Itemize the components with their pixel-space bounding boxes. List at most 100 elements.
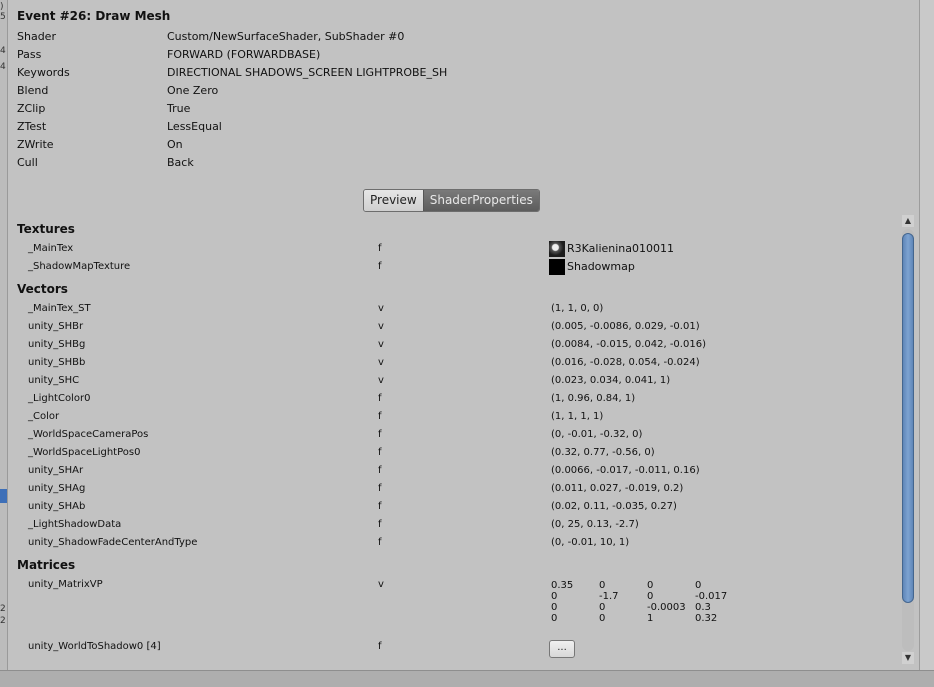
- event-title: Event #26: Draw Mesh: [17, 9, 171, 23]
- matrix-cell: 0: [551, 591, 558, 602]
- property-type: f: [378, 411, 382, 422]
- matrix-cell: 0: [551, 602, 558, 613]
- property-name: unity_SHBr: [28, 321, 84, 332]
- vector-row: _LightColor0 f (1, 0.96, 0.84, 1): [8, 390, 901, 408]
- property-name: _WorldSpaceLightPos0: [28, 447, 141, 458]
- matrix-cell: -1.7: [599, 591, 619, 602]
- event-property-key: ZClip: [17, 102, 46, 115]
- matrix-cell: 0: [599, 602, 606, 613]
- matrix-row: unity_WorldToShadow0 [4] f: [8, 638, 901, 656]
- chevron-up-icon[interactable]: ▲: [902, 215, 914, 227]
- property-value: (0.0084, -0.015, 0.042, -0.016): [551, 339, 706, 350]
- vertical-scrollbar[interactable]: ▲ ▼: [901, 215, 915, 665]
- property-name: _Color: [28, 411, 60, 422]
- event-property-key: Blend: [17, 84, 49, 97]
- selected-event-marker[interactable]: [0, 489, 7, 503]
- property-name: _LightColor0: [28, 393, 91, 404]
- matrices-heading: Matrices: [17, 558, 76, 572]
- black-texture-thumbnail-icon[interactable]: [549, 259, 565, 275]
- property-value: (1, 1, 0, 0): [551, 303, 604, 314]
- vector-row: _MainTex_ST v (1, 1, 0, 0): [8, 300, 901, 318]
- event-details-panel: Event #26: Draw Mesh Shader Custom/NewSur…: [8, 0, 919, 670]
- property-type: f: [378, 537, 382, 548]
- property-name: _LightShadowData: [28, 519, 122, 530]
- property-value: (1, 0.96, 0.84, 1): [551, 393, 636, 404]
- event-property-value: LessEqual: [167, 120, 222, 133]
- matrix-cell: 0: [599, 580, 606, 591]
- vector-row: _Color f (1, 1, 1, 1): [8, 408, 901, 426]
- tab-preview[interactable]: Preview: [364, 190, 423, 211]
- matrix-values: 0.35 0 0 0 0 -1.7 0 -0.017 0 0 -0.0003 0.3 0 0 1 0.3…: [551, 580, 743, 624]
- view-tabs: Preview ShaderProperties: [363, 189, 540, 212]
- event-property-key: ZTest: [17, 120, 47, 133]
- property-value: (0, -0.01, 10, 1): [551, 537, 630, 548]
- property-value: (0.02, 0.11, -0.035, 0.27): [551, 501, 677, 512]
- vector-row: unity_ShadowFadeCenterAndType f (0, -0.01,…: [8, 534, 901, 552]
- matrix-cell: 0: [599, 613, 606, 624]
- property-value: (0, 25, 0.13, -2.7): [551, 519, 639, 530]
- property-type: f: [378, 501, 382, 512]
- texture-name-link[interactable]: Shadowmap: [567, 258, 635, 276]
- right-panel-edge: [919, 0, 934, 670]
- property-type: f: [378, 641, 382, 652]
- event-property-value: FORWARD (FORWARDBASE): [167, 48, 321, 61]
- vector-row: unity_SHAg f (0.011, 0.027, -0.019, 0.2): [8, 480, 901, 498]
- matrix-cell: -0.017: [695, 591, 728, 602]
- event-property-key: ZWrite: [17, 138, 54, 151]
- texture-row: _ShadowMapTexture f: [8, 258, 901, 276]
- property-value: (0.32, 0.77, -0.56, 0): [551, 447, 655, 458]
- property-type: v: [378, 579, 384, 590]
- texture-row: _MainTex f: [8, 240, 901, 258]
- shader-properties-list: Textures _MainTex f R3Kalienina010011 _S…: [8, 215, 901, 665]
- event-property-value: DIRECTIONAL SHADOWS_SCREEN LIGHTPROBE_SH: [167, 66, 448, 79]
- property-type: f: [378, 429, 382, 440]
- left-panel-edge: ) 5 4 4 2 2: [0, 0, 8, 670]
- texture-name-link[interactable]: R3Kalienina010011: [567, 240, 674, 258]
- scrollbar-thumb[interactable]: [902, 233, 914, 603]
- property-value: (0.0066, -0.017, -0.011, 0.16): [551, 465, 700, 476]
- property-type: f: [378, 447, 382, 458]
- property-type: f: [378, 261, 382, 272]
- vector-row: _WorldSpaceLightPos0 f (0.32, 0.77, -0.56,…: [8, 444, 901, 462]
- matrix-cell: 0: [647, 591, 654, 602]
- vector-row: unity_SHC v (0.023, 0.034, 0.041, 1): [8, 372, 901, 390]
- property-name: unity_SHC: [28, 375, 80, 386]
- event-property-value: Back: [167, 156, 194, 169]
- property-name: _MainTex: [28, 243, 74, 254]
- event-property-value: Custom/NewSurfaceShader, SubShader #0: [167, 30, 405, 43]
- property-value: (0.011, 0.027, -0.019, 0.2): [551, 483, 684, 494]
- property-type: f: [378, 483, 382, 494]
- property-type: f: [378, 243, 382, 254]
- chevron-down-icon[interactable]: ▼: [902, 652, 914, 664]
- matrix-cell: 0.32: [695, 613, 718, 624]
- vector-row: unity_SHBr v (0.005, -0.0086, 0.029, -0.01…: [8, 318, 901, 336]
- property-name: unity_WorldToShadow0 [4]: [28, 641, 161, 652]
- property-name: _WorldSpaceCameraPos: [28, 429, 149, 440]
- property-type: f: [378, 393, 382, 404]
- vector-row: unity_SHAb f (0.02, 0.11, -0.035, 0.27): [8, 498, 901, 516]
- property-name: unity_SHBb: [28, 357, 86, 368]
- property-value: (0.023, 0.034, 0.041, 1): [551, 375, 671, 386]
- matrix-row: unity_MatrixVP v: [8, 576, 901, 594]
- property-value: (0.005, -0.0086, 0.029, -0.01): [551, 321, 700, 332]
- vectors-heading: Vectors: [17, 282, 68, 296]
- tab-shader-properties[interactable]: ShaderProperties: [422, 190, 539, 211]
- property-value: (0, -0.01, -0.32, 0): [551, 429, 643, 440]
- matrix-cell: 0.3: [695, 602, 711, 613]
- texture-thumbnail-icon[interactable]: [549, 241, 565, 257]
- vector-row: _LightShadowData f (0, 25, 0.13, -2.7): [8, 516, 901, 534]
- property-name: unity_SHAb: [28, 501, 86, 512]
- matrix-cell: 0.35: [551, 580, 574, 591]
- property-type: v: [378, 321, 384, 332]
- vector-row: unity_SHBb v (0.016, -0.028, 0.054, -0.024…: [8, 354, 901, 372]
- property-name: unity_SHAg: [28, 483, 86, 494]
- property-type: f: [378, 465, 382, 476]
- property-type: f: [378, 519, 382, 530]
- event-property-value: One Zero: [167, 84, 219, 97]
- show-matrix-array-button[interactable]: ...: [549, 640, 575, 658]
- property-name: _MainTex_ST: [28, 303, 91, 314]
- event-property-key: Pass: [17, 48, 42, 61]
- matrix-cell: 0: [551, 613, 558, 624]
- vector-row: unity_SHAr f (0.0066, -0.017, -0.011, 0.16…: [8, 462, 901, 480]
- event-property-value: True: [167, 102, 191, 115]
